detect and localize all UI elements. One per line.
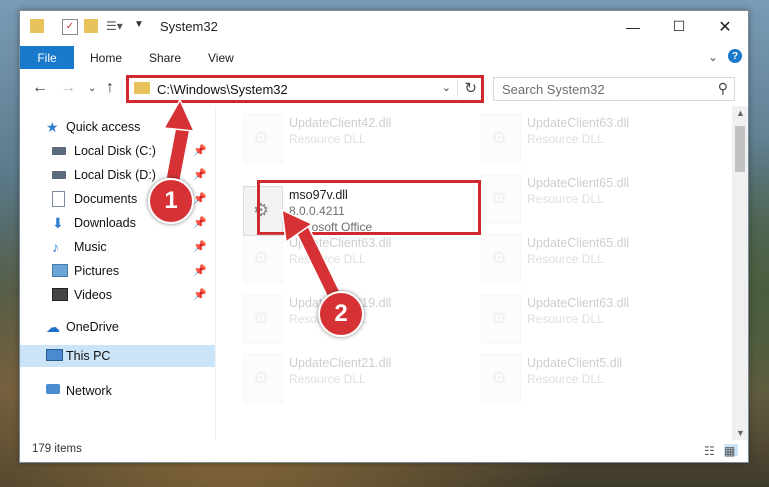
step-badge-1: 1 [148,178,194,224]
arrow-head-1 [162,98,196,132]
step-badge-2: 2 [318,291,364,337]
annotation-arrows [162,98,343,304]
